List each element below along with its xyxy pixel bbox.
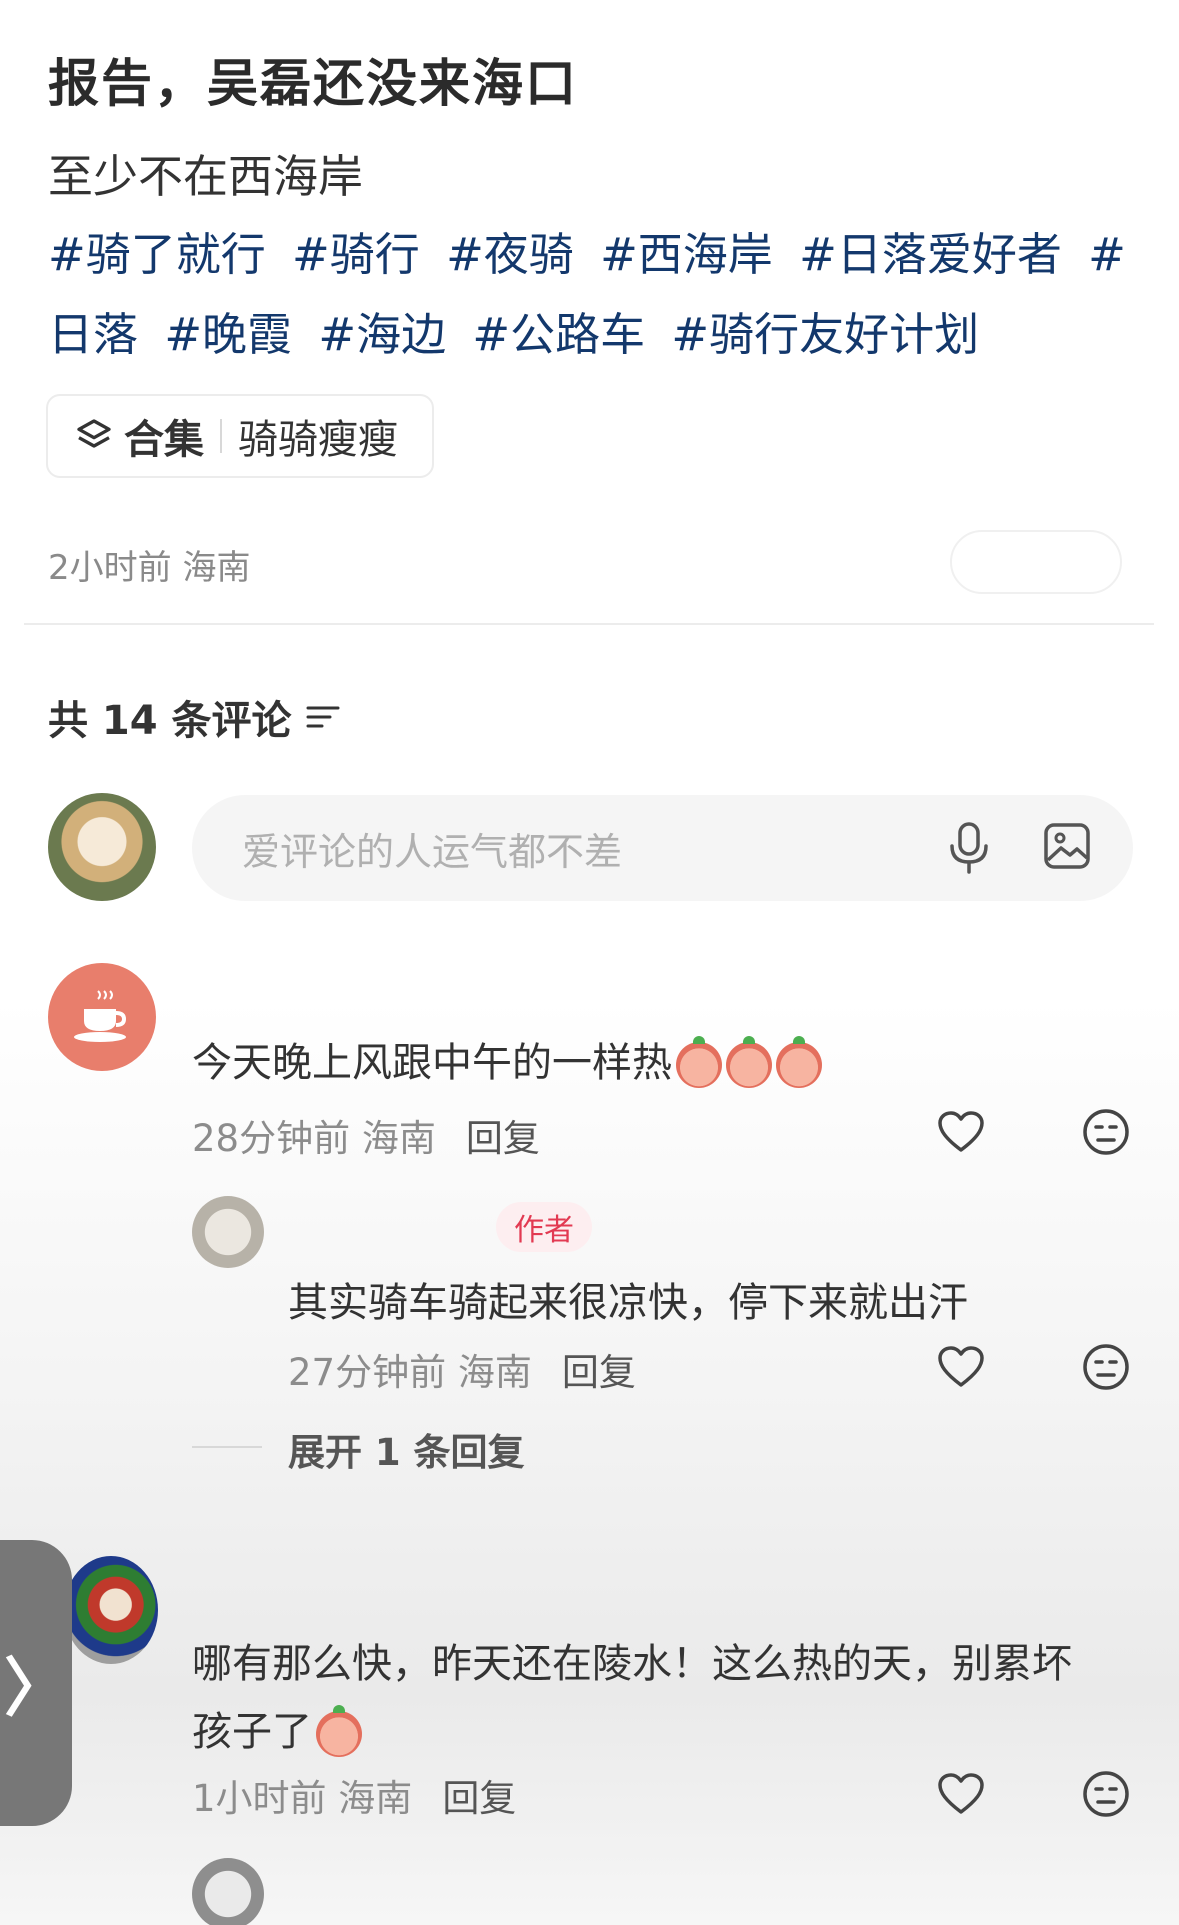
chevron-right-icon: 〉 (4, 1652, 68, 1726)
neutral-face-icon[interactable] (1082, 1343, 1130, 1391)
comment-time-location: 1小时前 海南 (192, 1777, 413, 1820)
peach-emoji-icon (316, 1705, 362, 1757)
heart-icon[interactable] (937, 1345, 985, 1389)
reply-text: 其实骑车骑起来很凉快，停下来就出汗 (288, 1280, 968, 1326)
heart-icon[interactable] (937, 1772, 985, 1816)
action-pill[interactable] (950, 530, 1122, 594)
comment-meta: 1小时前 海南 回复 (192, 1768, 516, 1822)
comment-meta: 28分钟前 海南 回复 (192, 1108, 540, 1162)
hashtag-list: #骑了就行 #骑行 #夜骑 #西海岸 #日落爱好者 #日落 #晚霞 #海边 #公… (48, 215, 1138, 375)
reply-button[interactable]: 回复 (442, 1777, 516, 1820)
reply-button[interactable]: 回复 (466, 1117, 540, 1160)
reply-time-location: 27分钟前 海南 (288, 1351, 532, 1394)
hashtag[interactable]: #夜骑 (446, 228, 574, 281)
comment-text: 今天晚上风跟中午的一样热 (192, 1030, 822, 1088)
expand-replies-button[interactable]: 展开 1 条回复 (288, 1422, 525, 1476)
section-divider (24, 623, 1154, 625)
reply-meta: 27分钟前 海南 回复 (288, 1342, 636, 1396)
post-meta: 2小时前 海南 (48, 548, 251, 588)
post-title: 报告，吴磊还没来海口 (48, 55, 579, 114)
comment-text: 哪有那么快，昨天还在陵水！这么热的天，别累坏 孩子了 (192, 1641, 1072, 1757)
expand-divider (192, 1446, 262, 1448)
comment-count-header[interactable]: 共 14 条评论 (48, 688, 340, 746)
microphone-icon[interactable] (947, 822, 991, 874)
collection-label: 合集 (124, 417, 204, 463)
hashtag[interactable]: #西海岸 (600, 228, 773, 281)
collection-chip[interactable]: 合集 骑骑瘦瘦 (46, 394, 434, 478)
reply-button[interactable]: 回复 (562, 1351, 636, 1394)
commenter-avatar[interactable] (64, 1556, 158, 1664)
hashtag[interactable]: #公路车 (472, 308, 645, 361)
comment-input[interactable]: 爱评论的人运气都不差 (192, 795, 1133, 901)
crying-peach-emoji-icon (776, 1036, 822, 1088)
hashtag[interactable]: #海边 (318, 308, 446, 361)
heart-icon[interactable] (937, 1110, 985, 1154)
hashtag[interactable]: #骑行 (292, 228, 420, 281)
neutral-face-icon[interactable] (1082, 1770, 1130, 1818)
hashtag[interactable]: #骑了就行 (48, 228, 266, 281)
background-gradient (0, 1000, 1179, 1925)
hashtag[interactable]: #日落爱好者 (799, 228, 1062, 281)
crying-peach-emoji-icon (726, 1036, 772, 1088)
coffee-cup-icon (74, 990, 127, 1042)
comment-input-placeholder: 爱评论的人运气都不差 (242, 829, 623, 874)
collection-name: 骑骑瘦瘦 (238, 417, 398, 463)
side-drawer-tab[interactable]: 〉 (0, 1540, 72, 1826)
comment-time-location: 28分钟前 海南 (192, 1117, 436, 1160)
author-avatar[interactable] (192, 1196, 264, 1268)
image-icon[interactable] (1043, 822, 1091, 870)
current-user-avatar[interactable] (48, 793, 156, 901)
post-subtitle: 至少不在西海岸 (48, 150, 364, 203)
layers-icon (77, 419, 111, 448)
filter-lines-icon[interactable] (306, 703, 340, 731)
author-badge: 作者 (496, 1202, 592, 1252)
divider (220, 419, 222, 453)
crying-peach-emoji-icon (676, 1036, 722, 1088)
commenter-avatar[interactable] (48, 963, 156, 1071)
hashtag[interactable]: #晚霞 (164, 308, 292, 361)
comment-count: 共 14 条评论 (48, 698, 292, 744)
commenter-avatar[interactable] (192, 1858, 264, 1925)
neutral-face-icon[interactable] (1082, 1108, 1130, 1156)
hashtag[interactable]: #骑行友好计划 (671, 308, 979, 361)
